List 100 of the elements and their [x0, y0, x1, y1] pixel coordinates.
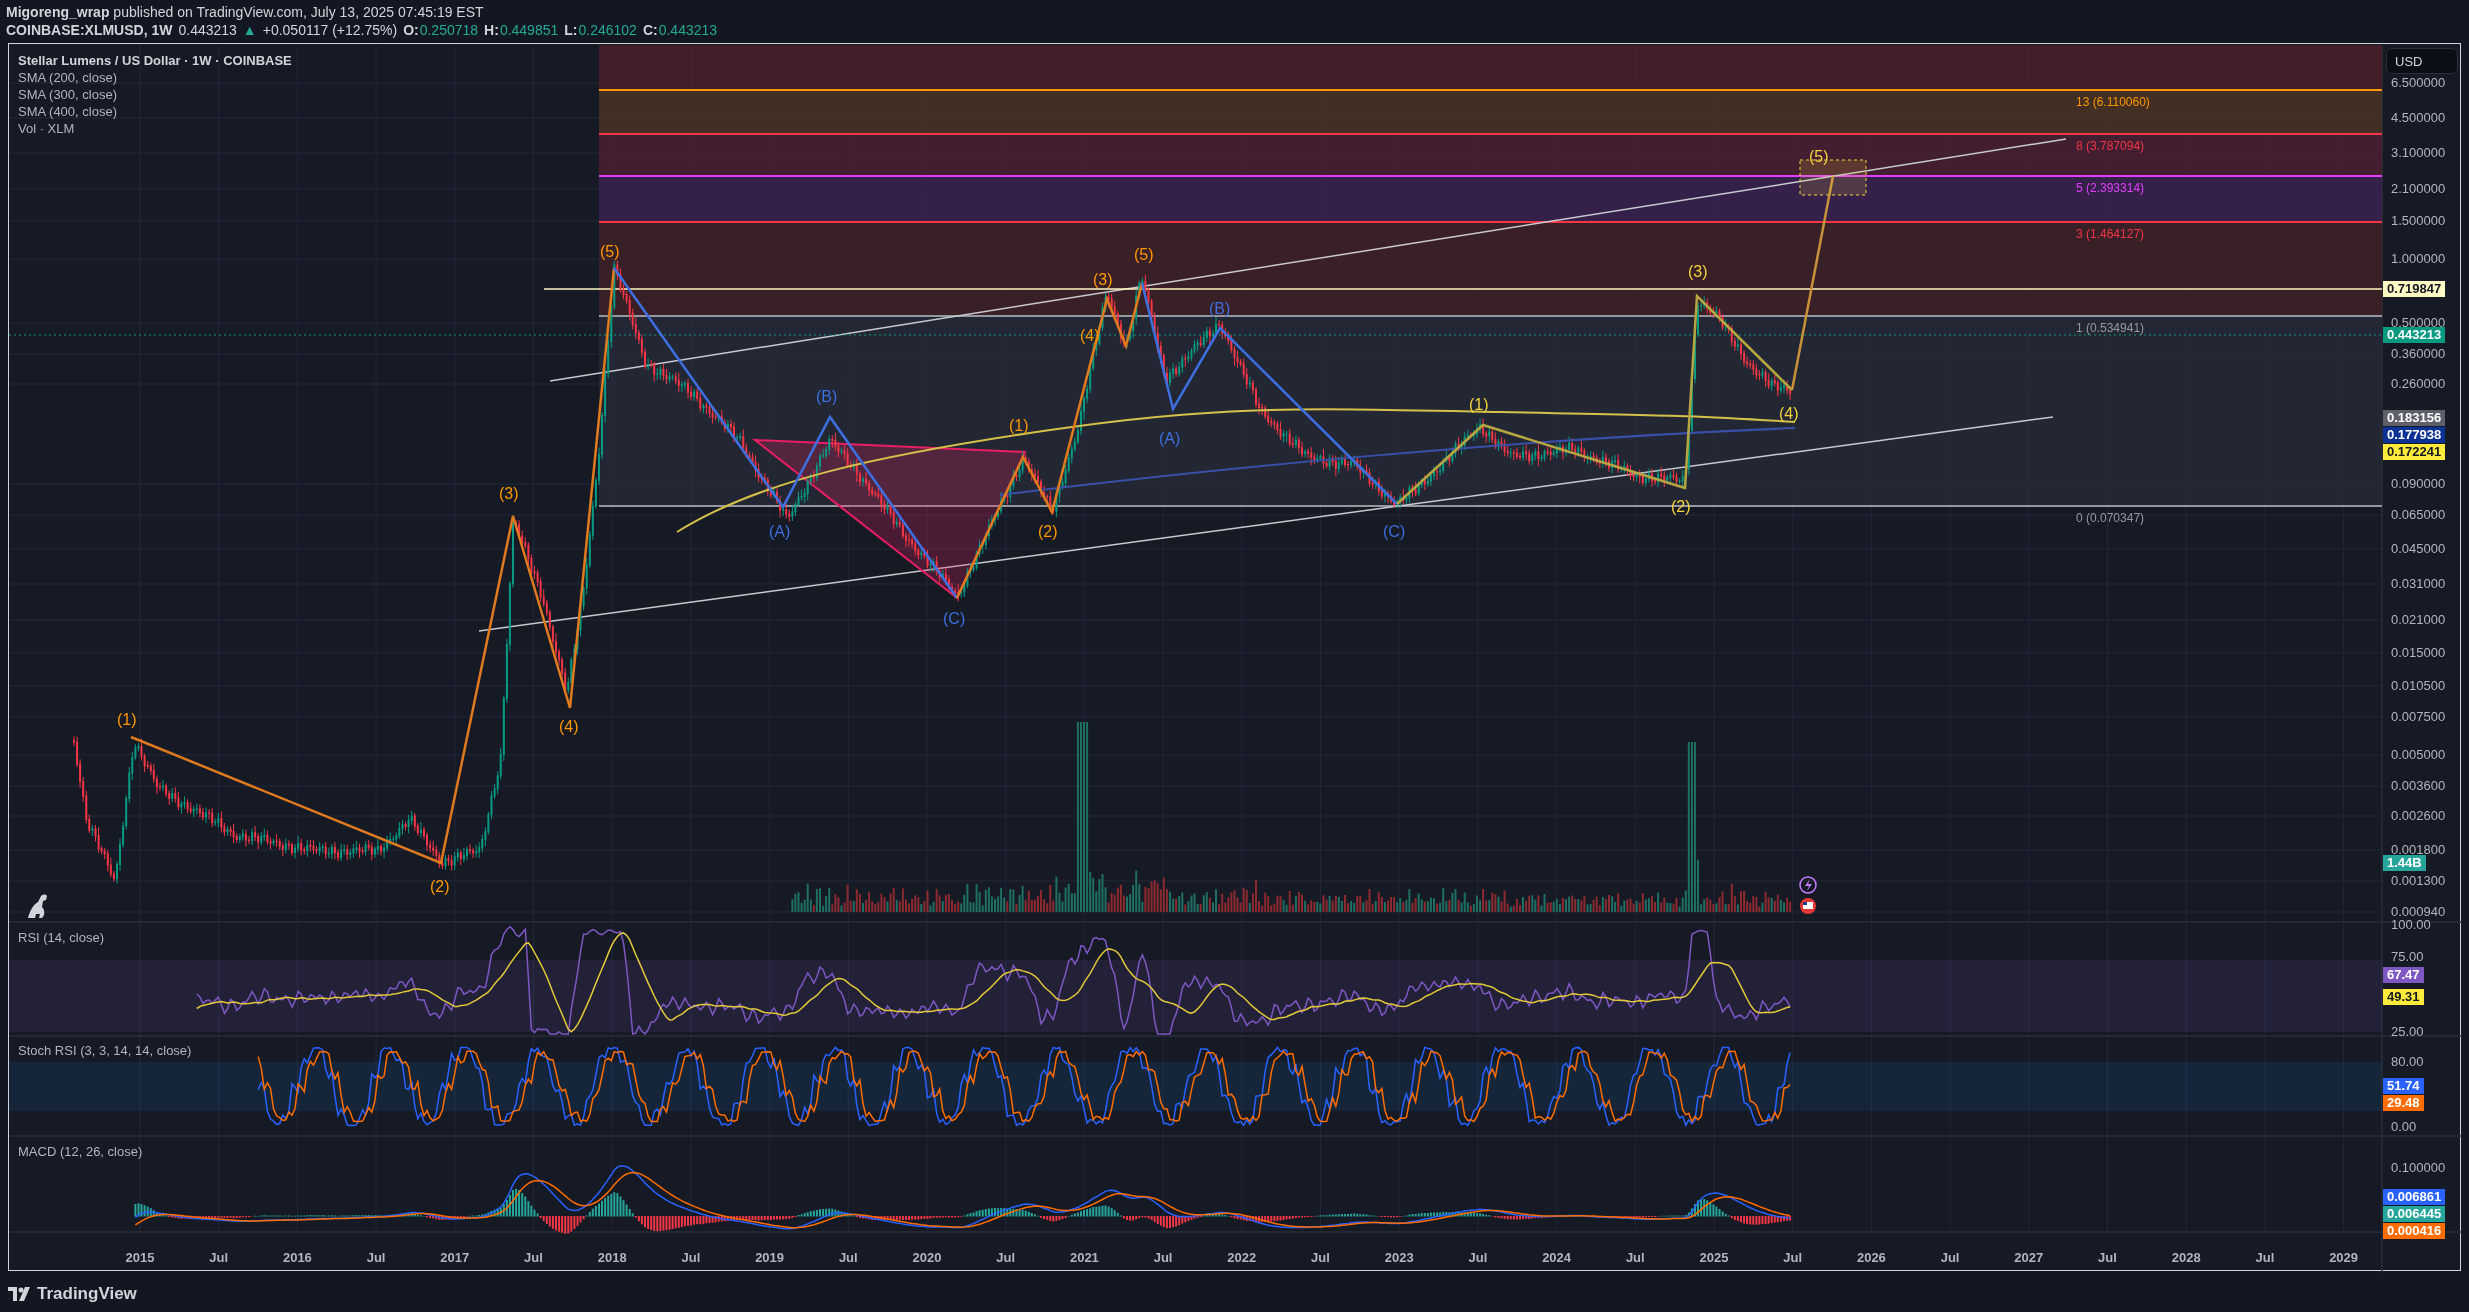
- time-axis-label: Jul: [208, 1250, 230, 1266]
- price-axis-label: 0.000940: [2391, 904, 2446, 920]
- publish-info: published on TradingView.com, July 13, 2025 07:45:19 EST: [113, 4, 484, 20]
- time-axis-label: Jul: [1467, 1250, 1489, 1266]
- indicator-axis-label: 0.00: [2391, 1119, 2417, 1135]
- price-tag: 0.719847: [2383, 281, 2446, 297]
- time-axis-label: Jul: [1939, 1250, 1961, 1266]
- fibonacci-level-label: 13 (6.110060): [2076, 94, 2150, 110]
- flag-icon: [1800, 898, 1816, 914]
- time-axis-label: Jul: [1782, 1250, 1804, 1266]
- logo-icon: [8, 1287, 32, 1301]
- price-tag: 0.183156: [2383, 410, 2446, 426]
- wave-label: (4): [559, 717, 579, 737]
- time-axis-label: Jul: [2097, 1250, 2118, 1266]
- wave-label: (1): [117, 710, 137, 730]
- wave-label: (B): [1209, 299, 1231, 319]
- wave-label: (3): [499, 484, 519, 504]
- indicator-label[interactable]: SMA (200, close): [18, 70, 117, 86]
- wave-label: (5): [1809, 147, 1829, 167]
- time-axis-label: 2026: [1855, 1250, 1887, 1266]
- indicator-axis-label: 0.100000: [2391, 1160, 2446, 1176]
- fibonacci-level-label: 5 (2.393314): [2076, 180, 2145, 196]
- ohlc-value: H:0.449851: [484, 21, 559, 39]
- time-axis-label: 2020: [911, 1250, 943, 1266]
- price-axis-label: 0.500000: [2391, 315, 2446, 330]
- price-axis-label: 1.000000: [2391, 251, 2446, 267]
- price-axis-label: 2.100000: [2391, 181, 2446, 197]
- time-axis-label: Jul: [837, 1250, 859, 1266]
- author-name[interactable]: Migoreng_wrap: [6, 4, 110, 20]
- price-axis-label: 0.360000: [2391, 346, 2446, 362]
- wave-label: (A): [769, 522, 791, 542]
- price-axis-label: 0.002600: [2391, 808, 2446, 824]
- wave-label: (5): [600, 242, 620, 262]
- price-axis-label: 0.065000: [2391, 507, 2446, 523]
- price-tag: 0.172241: [2383, 444, 2446, 460]
- wave-label: (B): [816, 387, 838, 407]
- wave-label: (C): [943, 609, 966, 629]
- last-price: 0.443213: [178, 21, 237, 39]
- price-axis-label: 0.021000: [2391, 612, 2446, 628]
- price-axis-label: 1.500000: [2391, 213, 2446, 229]
- wave-label: (3): [1688, 262, 1708, 282]
- time-axis-label: 2015: [124, 1250, 156, 1266]
- time-axis-label: 2017: [439, 1250, 471, 1266]
- time-axis-label: Jul: [2254, 1250, 2276, 1266]
- value-tag: 67.47: [2383, 967, 2424, 983]
- price-tag: 1.44B: [2383, 855, 2426, 871]
- indicator-title[interactable]: Stoch RSI (3, 3, 14, 14, close): [18, 1043, 192, 1059]
- currency-button[interactable]: USD: [2386, 48, 2458, 74]
- time-axis-label: Jul: [995, 1250, 1017, 1266]
- time-axis-label: 2025: [1698, 1250, 1730, 1266]
- time-axis-label: 2022: [1226, 1250, 1258, 1266]
- time-axis-label: 2023: [1383, 1250, 1415, 1266]
- wave-label: (3): [1093, 270, 1113, 290]
- price-axis-label: 0.015000: [2391, 645, 2446, 661]
- value-tag: 29.48: [2383, 1095, 2424, 1111]
- time-axis-label: 2029: [2328, 1250, 2360, 1266]
- price-axis-label: 0.031000: [2391, 576, 2446, 592]
- value-tag: 0.006445: [2383, 1206, 2446, 1222]
- time-axis-label: Jul: [1152, 1250, 1174, 1266]
- indicator-title[interactable]: RSI (14, close): [18, 930, 104, 946]
- price-axis-label: 0.045000: [2391, 541, 2446, 557]
- indicator-title[interactable]: MACD (12, 26, close): [18, 1144, 143, 1160]
- price-axis-label: 0.003600: [2391, 778, 2446, 794]
- dinosaur-icon: [28, 894, 47, 918]
- wave-label: (C): [1383, 522, 1406, 542]
- price-axis-label: 0.260000: [2391, 376, 2446, 392]
- price-axis-label: 3.100000: [2391, 145, 2446, 161]
- price-tag: 0.443213: [2383, 327, 2446, 343]
- ohlc-value: L:0.246102: [564, 21, 637, 39]
- time-axis-label: 2019: [754, 1250, 786, 1266]
- price-axis-label: 0.001300: [2391, 873, 2446, 889]
- fibonacci-level-label: 8 (3.787094): [2076, 138, 2145, 154]
- symbol-label: COINBASE:XLMUSD, 1W: [6, 21, 173, 39]
- wave-label: (5): [1134, 245, 1154, 265]
- value-tag: 51.74: [2383, 1078, 2424, 1094]
- wave-label: (2): [1038, 522, 1058, 542]
- time-axis-label: Jul: [1624, 1250, 1646, 1266]
- time-axis-label: 2021: [1068, 1250, 1100, 1266]
- chart-title: Stellar Lumens / US Dollar · 1W · COINBASE: [18, 53, 292, 69]
- indicator-label[interactable]: SMA (400, close): [18, 104, 117, 120]
- indicator-axis-label: 75.00: [2391, 949, 2424, 965]
- brand-name[interactable]: TradingView: [37, 1284, 137, 1304]
- wave-label: (1): [1469, 395, 1489, 415]
- indicator-axis-label: 80.00: [2391, 1054, 2424, 1070]
- price-axis-label: 0.010500: [2391, 678, 2446, 694]
- wave-label: (1): [1009, 416, 1029, 436]
- fibonacci-level-label: 3 (1.464127): [2076, 226, 2145, 242]
- price-axis-label: 6.500000: [2391, 75, 2446, 91]
- up-arrow-icon: ▲: [242, 21, 257, 39]
- price-axis-label: 0.090000: [2391, 476, 2446, 492]
- time-axis-label: Jul: [1310, 1250, 1331, 1266]
- price-axis-label: 0.007500: [2391, 709, 2446, 725]
- price-change: +0.050117 (+12.75%): [262, 21, 398, 39]
- indicator-label[interactable]: SMA (300, close): [18, 87, 117, 103]
- ohlc-value: C:0.443213: [642, 21, 718, 39]
- wave-label: (A): [1159, 429, 1181, 449]
- indicator-axis-label: 25.00: [2391, 1024, 2424, 1040]
- value-tag: 49.31: [2383, 989, 2424, 1005]
- indicator-label[interactable]: Vol · XLM: [18, 121, 75, 137]
- fibonacci-level-label: 0 (0.070347): [2076, 510, 2145, 526]
